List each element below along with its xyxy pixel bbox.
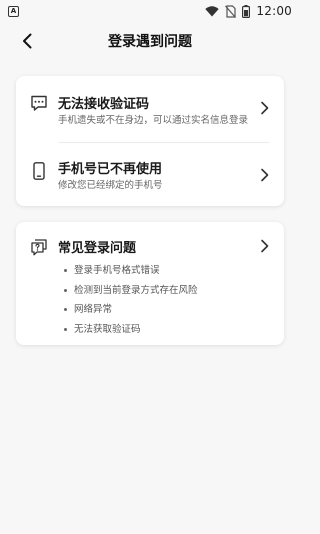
cannot-receive-code-option[interactable]: 无法接收验证码 手机遗失或不在身边，可以通过实名信息登录 bbox=[16, 76, 284, 142]
app-bar: 登录遇到问题 bbox=[0, 22, 300, 60]
faq-item[interactable]: 登录手机号格式错误 bbox=[64, 261, 198, 281]
question-bubble-icon bbox=[31, 239, 47, 256]
faq-header[interactable]: 常见登录问题 bbox=[16, 222, 284, 258]
chevron-left-icon bbox=[23, 33, 32, 49]
chevron-right-icon bbox=[261, 101, 269, 115]
wifi-icon bbox=[205, 5, 220, 16]
option-title: 无法接收验证码 bbox=[58, 97, 150, 112]
faq-card: 常见登录问题 登录手机号格式错误 检测到当前登录方式存在风险 网络异常 无法获取… bbox=[16, 222, 284, 345]
faq-title: 常见登录问题 bbox=[58, 241, 137, 256]
problem-options-card: 无法接收验证码 手机遗失或不在身边，可以通过实名信息登录 手机号已不再使用 修改… bbox=[16, 76, 284, 206]
back-button[interactable] bbox=[14, 28, 40, 54]
page-title: 登录遇到问题 bbox=[108, 34, 192, 50]
phone-icon bbox=[33, 162, 45, 180]
option-description: 修改您已经绑定的手机号 bbox=[58, 180, 163, 191]
option-title: 手机号已不再使用 bbox=[58, 162, 163, 177]
no-sim-icon bbox=[225, 4, 237, 18]
faq-list: 登录手机号格式错误 检测到当前登录方式存在风险 网络异常 无法获取验证码 bbox=[64, 261, 198, 339]
battery-icon bbox=[242, 4, 251, 18]
faq-item[interactable]: 网络异常 bbox=[64, 300, 198, 320]
status-bar: A 12:00 bbox=[0, 0, 300, 22]
faq-item[interactable]: 检测到当前登录方式存在风险 bbox=[64, 281, 198, 301]
app-notification-icon: A bbox=[8, 5, 19, 17]
message-dots-icon bbox=[31, 95, 47, 111]
phone-number-not-used-option[interactable]: 手机号已不再使用 修改您已经绑定的手机号 bbox=[16, 142, 284, 206]
chevron-right-icon bbox=[261, 239, 269, 253]
option-description: 手机遗失或不在身边，可以通过实名信息登录 bbox=[58, 115, 249, 126]
status-time: 12:00 bbox=[256, 4, 292, 18]
chevron-right-icon bbox=[261, 168, 269, 182]
faq-item[interactable]: 无法获取验证码 bbox=[64, 320, 198, 340]
